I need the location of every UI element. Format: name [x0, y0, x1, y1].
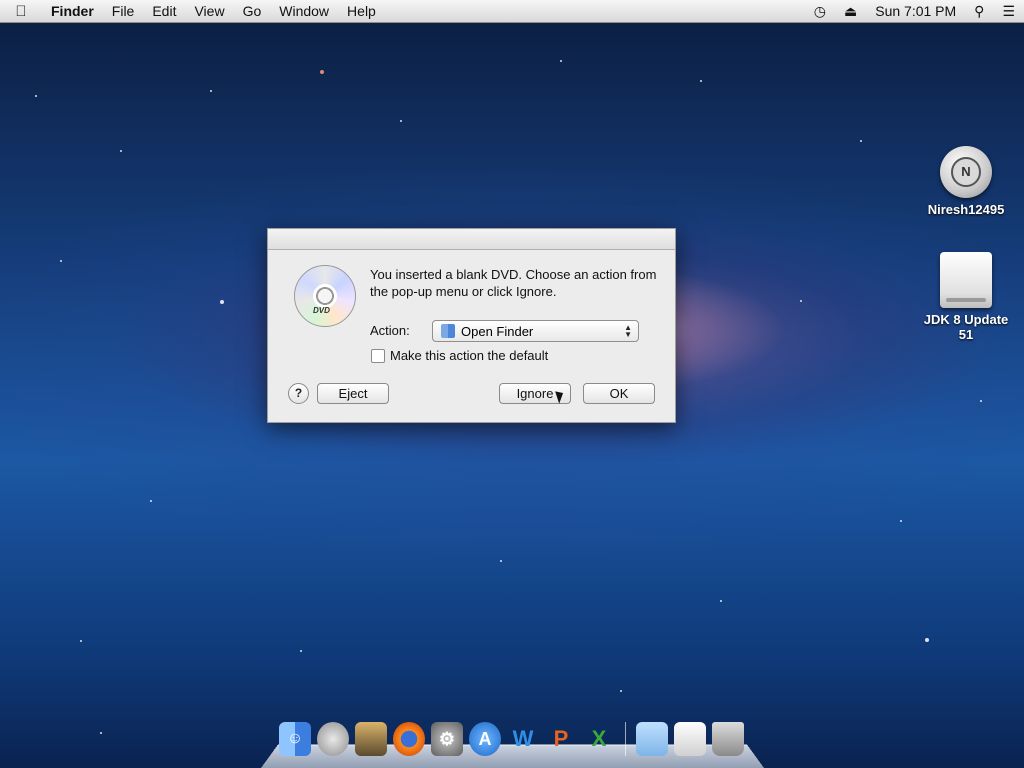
- powerpoint-icon[interactable]: P: [545, 722, 577, 756]
- applications-folder-icon[interactable]: [636, 722, 668, 756]
- apple-icon[interactable]: : [0, 3, 42, 20]
- menu-clock[interactable]: Sun 7:01 PM: [866, 3, 965, 19]
- dialog-message: You inserted a blank DVD. Choose an acti…: [370, 267, 657, 299]
- notification-list-icon[interactable]: ☰: [993, 3, 1024, 20]
- user-disk-icon: N: [940, 146, 992, 198]
- action-label: Action:: [370, 323, 410, 338]
- action-popup[interactable]: Open Finder ▲ ▼: [432, 320, 639, 342]
- menu-file[interactable]: File: [103, 0, 144, 22]
- default-action-checkbox[interactable]: [371, 349, 385, 363]
- app-store-icon[interactable]: A: [469, 722, 501, 756]
- menu-edit[interactable]: Edit: [143, 0, 185, 22]
- desktop-icon-jdk[interactable]: JDK 8 Update 51: [921, 252, 1011, 342]
- firefox-icon[interactable]: [393, 722, 425, 756]
- blank-dvd-dialog: DVD You inserted a blank DVD. Choose an …: [267, 228, 676, 423]
- action-popup-value: Open Finder: [461, 323, 534, 339]
- finder-icon[interactable]: ☺: [279, 722, 311, 756]
- dock: ☺ ⚙ A W P X: [261, 722, 764, 768]
- desktop-icon-niresh[interactable]: N Niresh12495: [921, 146, 1011, 217]
- time-machine-icon[interactable]: ◷: [805, 3, 835, 20]
- help-button[interactable]: ?: [288, 383, 309, 404]
- dvd-icon: DVD: [294, 265, 356, 327]
- desktop-icon-label: JDK 8 Update 51: [923, 312, 1009, 342]
- menu-help[interactable]: Help: [338, 0, 385, 22]
- ok-button[interactable]: OK: [583, 383, 655, 404]
- desktop-icon-label: Niresh12495: [927, 202, 1005, 217]
- dialog-titlebar[interactable]: [268, 229, 675, 250]
- default-action-checkbox-label[interactable]: Make this action the default: [390, 348, 548, 363]
- finder-icon: [441, 324, 455, 338]
- word-icon[interactable]: W: [507, 722, 539, 756]
- photo-browser-icon[interactable]: [355, 722, 387, 756]
- spotlight-search-icon[interactable]: ⚲: [965, 3, 993, 20]
- system-preferences-icon[interactable]: ⚙: [431, 722, 463, 756]
- eject-icon[interactable]: ⏏: [835, 3, 866, 20]
- dvd-badge: DVD: [313, 306, 330, 315]
- menu-window[interactable]: Window: [270, 0, 338, 22]
- trash-icon[interactable]: [712, 722, 744, 756]
- dock-separator: [625, 722, 626, 756]
- launchpad-icon[interactable]: [317, 722, 349, 756]
- documents-stack-icon[interactable]: [674, 722, 706, 756]
- external-drive-icon: [940, 252, 992, 308]
- eject-button[interactable]: Eject: [317, 383, 389, 404]
- excel-icon[interactable]: X: [583, 722, 615, 756]
- menu-view[interactable]: View: [185, 0, 233, 22]
- menu-go[interactable]: Go: [234, 0, 271, 22]
- updown-arrows-icon: ▲ ▼: [624, 323, 632, 339]
- menu-bar:  Finder File Edit View Go Window Help ◷…: [0, 0, 1024, 23]
- menu-finder[interactable]: Finder: [42, 0, 103, 22]
